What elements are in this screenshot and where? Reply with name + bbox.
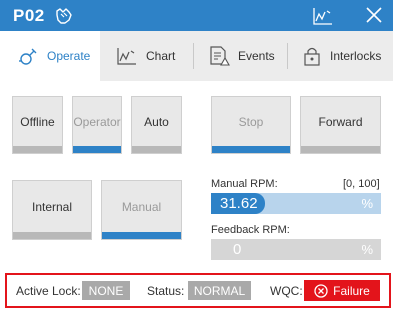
forward-button-label: Forward	[318, 115, 363, 129]
lock-icon	[304, 47, 320, 66]
tab-operate-label: Operate	[47, 49, 91, 63]
manual-rpm-value: 31.62	[220, 195, 258, 212]
manual-rpm-label: Manual RPM:	[211, 178, 278, 190]
button-indicator	[73, 146, 121, 153]
trend-icon	[117, 48, 136, 65]
tab-interlocks[interactable]: Interlocks	[302, 31, 393, 81]
trend-icon[interactable]	[312, 6, 334, 26]
close-icon[interactable]	[364, 5, 384, 25]
tab-chart[interactable]: Chart	[116, 31, 188, 81]
internal-button[interactable]: Internal	[12, 180, 92, 240]
auto-button[interactable]: Auto	[131, 96, 182, 154]
valve-icon	[19, 48, 37, 65]
tab-chart-label: Chart	[146, 49, 176, 63]
wqc-failure-text: Failure	[333, 283, 370, 298]
tab-interlocks-label: Interlocks	[330, 49, 382, 63]
stop-button-label: Stop	[238, 115, 264, 129]
window-title: P02	[13, 6, 45, 25]
status-badge: NORMAL	[188, 281, 251, 300]
active-lock-label: Active Lock:	[16, 284, 81, 298]
auto-button-label: Auto	[144, 115, 169, 129]
manual-button-label: Manual	[121, 200, 162, 214]
tab-divider	[287, 43, 288, 69]
wqc-failure-badge[interactable]: Failure	[304, 280, 380, 301]
manual-rpm-gauge[interactable]: 31.62 %	[211, 193, 381, 214]
wqc-label: WQC:	[270, 284, 303, 298]
tab-events-label: Events	[238, 49, 275, 63]
operator-button-label: Operator	[73, 115, 121, 129]
button-indicator	[13, 146, 62, 153]
title-bar: P02	[0, 0, 393, 31]
button-indicator	[102, 232, 181, 239]
button-indicator	[212, 146, 290, 153]
feedback-rpm-value: 0	[233, 241, 242, 258]
button-indicator	[301, 146, 380, 153]
offline-button-label: Offline	[20, 115, 55, 129]
error-circle-icon	[314, 283, 328, 298]
tab-events[interactable]: Events	[208, 31, 286, 81]
feedback-rpm-label: Feedback RPM:	[211, 224, 290, 236]
hand-icon	[56, 8, 72, 24]
tab-operate[interactable]: Operate	[0, 31, 100, 81]
status-label: Status:	[147, 284, 185, 298]
tab-bar: Operate Chart Events Interlocks	[0, 31, 393, 81]
feedback-rpm-gauge: 0 %	[211, 239, 381, 260]
stop-button[interactable]: Stop	[211, 96, 291, 154]
events-icon	[210, 46, 230, 66]
button-indicator	[132, 146, 181, 153]
internal-button-label: Internal	[31, 200, 73, 214]
button-indicator	[13, 232, 91, 239]
manual-button[interactable]: Manual	[101, 180, 182, 240]
status-bar: Active Lock: NONE Status: NORMAL WQC: Fa…	[5, 273, 391, 308]
offline-button[interactable]: Offline	[12, 96, 63, 154]
manual-rpm-range: [0, 100]	[343, 178, 380, 190]
feedback-rpm-unit: %	[361, 242, 373, 257]
operator-button[interactable]: Operator	[72, 96, 122, 154]
forward-button[interactable]: Forward	[300, 96, 381, 154]
active-lock-badge: NONE	[82, 281, 130, 300]
tab-divider	[193, 43, 194, 69]
manual-rpm-unit: %	[361, 196, 373, 211]
